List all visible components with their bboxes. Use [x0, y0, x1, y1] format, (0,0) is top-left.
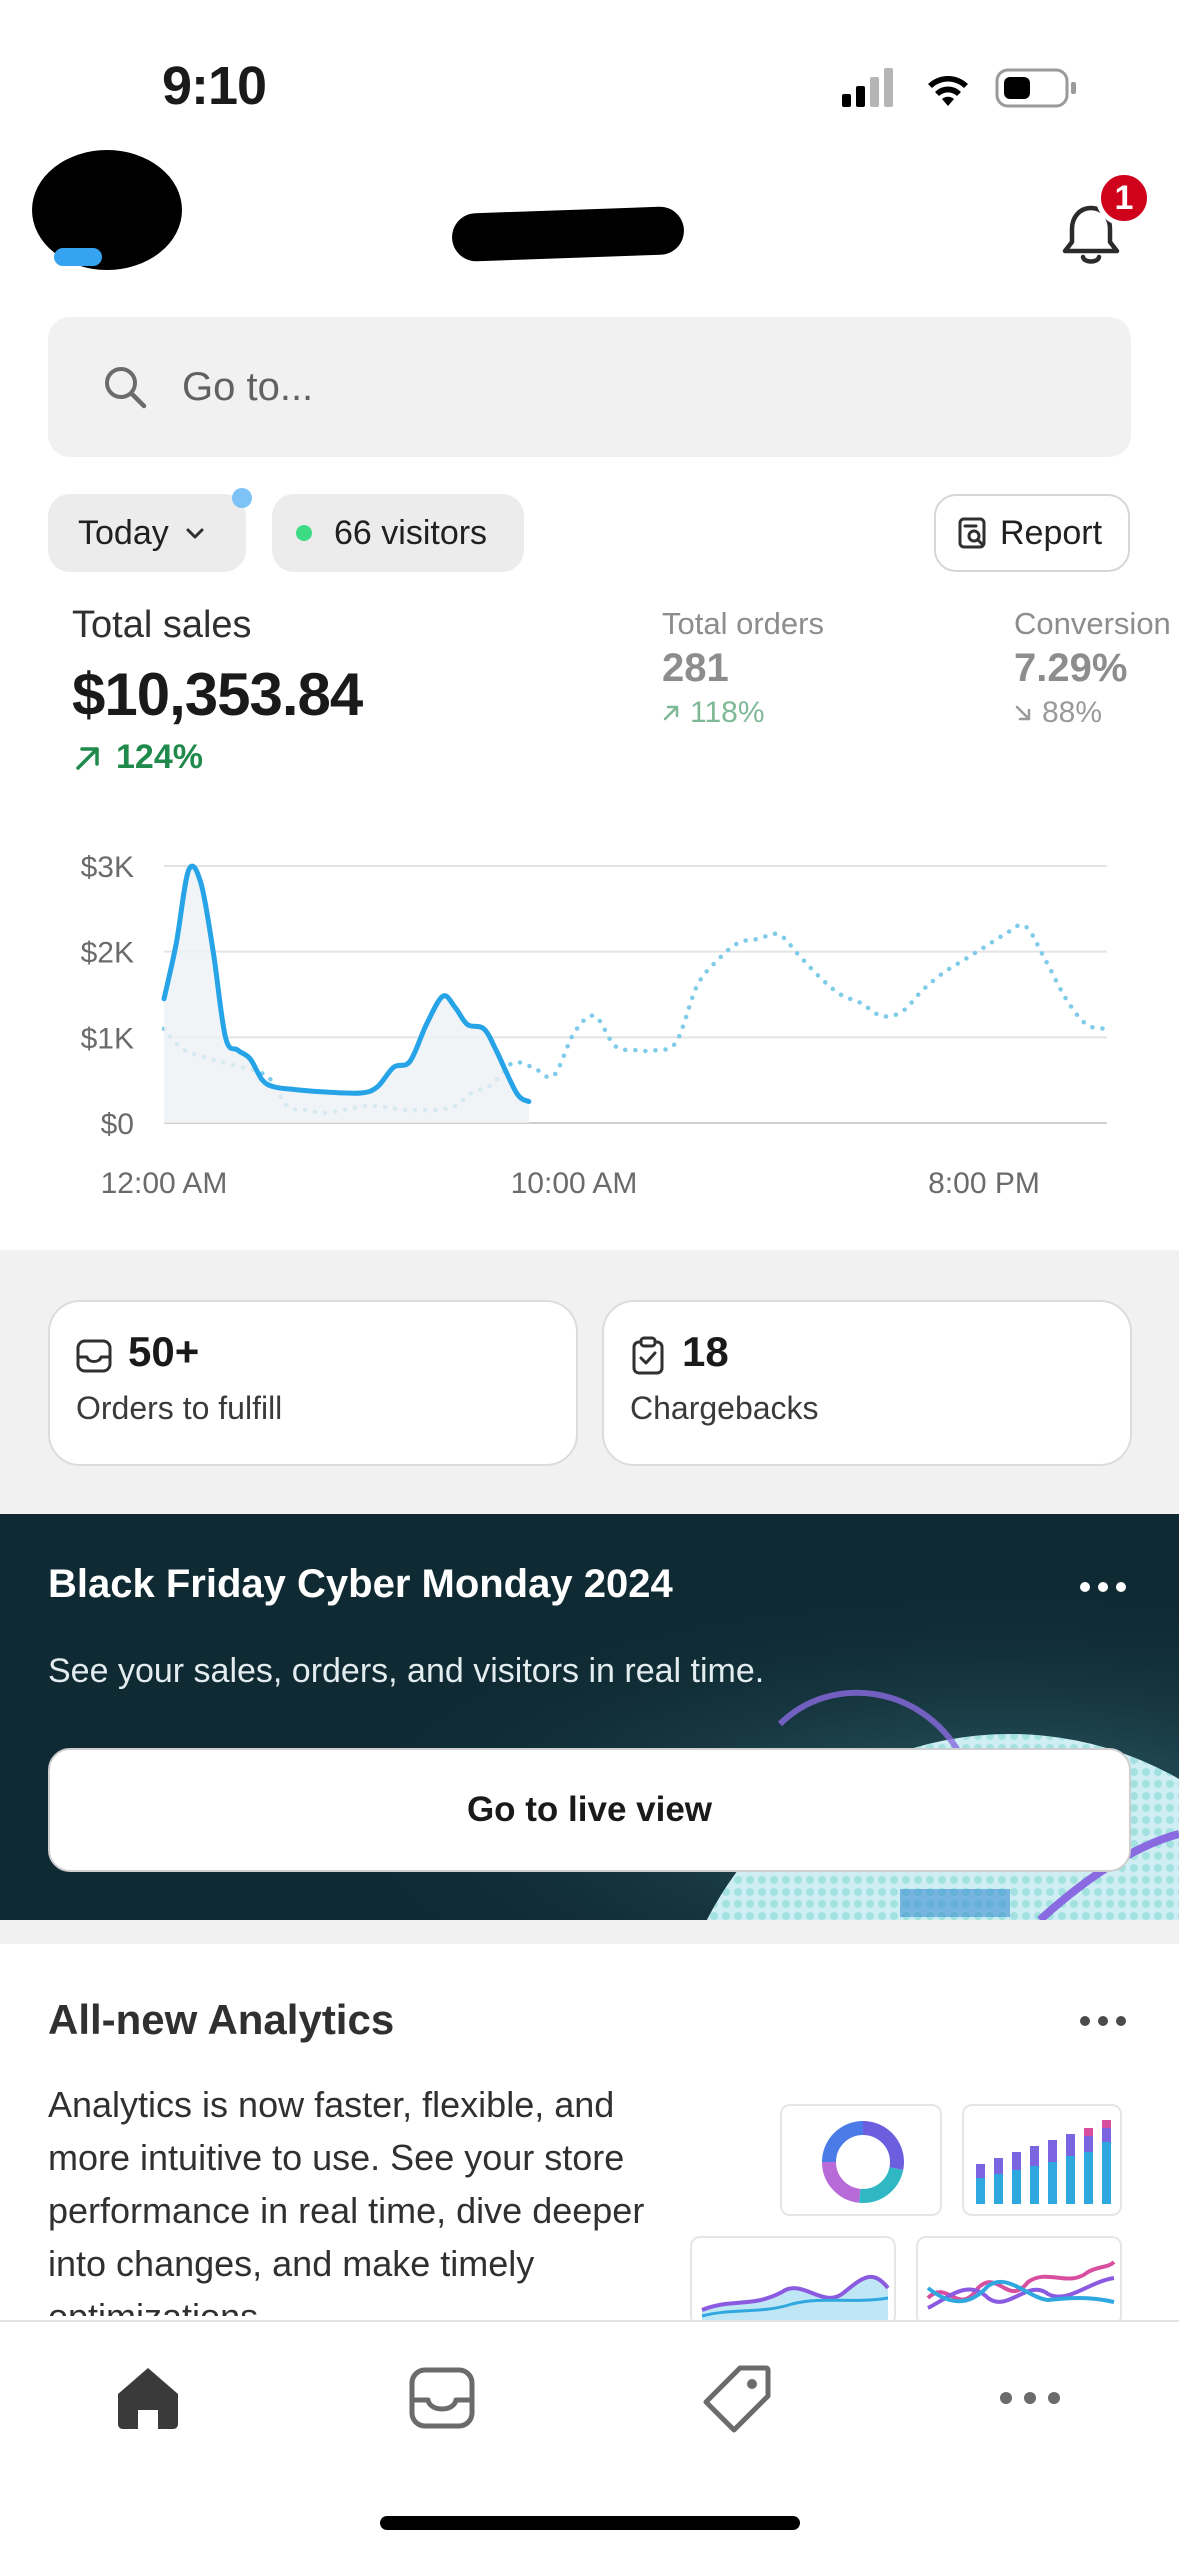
trend-up-icon [76, 746, 99, 770]
date-range-button[interactable]: Today [48, 494, 246, 572]
total-sales-label: Total sales [72, 604, 252, 646]
sales-chart[interactable]: $0 $1K $2K $3K 12:00 AM 10:00 AM 8:00 PM [0, 830, 1179, 1210]
status-bar-icons [842, 68, 1076, 108]
total-orders-label[interactable]: Total orders [662, 606, 824, 642]
conversion-value: 7.29% [1014, 646, 1128, 690]
bfcm-description: See your sales, orders, and visitors in … [48, 1652, 765, 1690]
visitors-label: 66 visitors [334, 513, 488, 552]
orders-to-fulfill-label: Orders to fulfill [76, 1390, 283, 1426]
date-range-indicator-dot [232, 488, 252, 508]
notification-badge: 1 [1096, 170, 1152, 226]
report-icon [958, 517, 986, 549]
wifi-icon [928, 76, 968, 106]
analytics-lines-thumbnail [916, 2236, 1122, 2326]
total-sales-change-value: 124% [116, 738, 203, 776]
chevron-down-icon [186, 528, 204, 539]
chart-x-tick-label: 8:00 PM [928, 1167, 1040, 1200]
chargebacks-card[interactable]: 18 Chargebacks [602, 1300, 1132, 1466]
home-icon[interactable] [110, 2360, 186, 2436]
conversion-label[interactable]: Conversion [1014, 606, 1171, 642]
report-label: Report [1000, 513, 1103, 552]
clipboard-check-icon [632, 1336, 664, 1375]
total-orders-change: 118% [662, 696, 765, 730]
search-icon [105, 367, 147, 409]
section-divider [0, 1920, 1179, 1944]
signal-icon [842, 68, 893, 107]
report-button[interactable]: Report [934, 494, 1130, 572]
trend-up-icon [663, 705, 679, 721]
chart-series-comparison [161, 922, 1110, 1116]
total-orders-change-value: 118% [690, 696, 765, 729]
store-avatar[interactable] [32, 150, 182, 270]
status-time: 9:10 [162, 56, 267, 116]
more-options-icon[interactable] [1078, 2014, 1128, 2028]
chart-y-tick-label: $0 [101, 1108, 134, 1141]
analytics-description: Analytics is now faster, flexible, and m… [48, 2084, 645, 2316]
bfcm-title: Black Friday Cyber Monday 2024 [48, 1562, 673, 1606]
search-input[interactable] [182, 364, 982, 410]
trend-down-icon [1015, 705, 1031, 721]
conversion-change: 88% [1014, 696, 1102, 730]
more-options-icon[interactable] [1078, 1580, 1128, 1594]
total-orders-value: 281 [662, 646, 729, 690]
orders-inbox-icon[interactable] [404, 2360, 480, 2436]
inbox-icon [76, 1339, 112, 1373]
analytics-donut-thumbnail [780, 2104, 942, 2216]
chargebacks-count: 18 [682, 1328, 729, 1375]
chargebacks-label: Chargebacks [630, 1390, 819, 1426]
chart-x-tick-label: 12:00 AM [101, 1167, 228, 1200]
date-range-label: Today [78, 513, 169, 552]
live-visitors-button[interactable]: 66 visitors [272, 494, 524, 572]
battery-icon [995, 68, 1076, 108]
products-tag-icon[interactable] [700, 2360, 776, 2436]
more-icon[interactable] [992, 2360, 1068, 2436]
analytics-bars-thumbnail [962, 2104, 1122, 2216]
analytics-title: All-new Analytics [48, 1996, 395, 2043]
live-status-dot [296, 525, 312, 541]
chart-y-tick-label: $1K [81, 1022, 134, 1055]
orders-to-fulfill-count: 50+ [128, 1328, 200, 1375]
conversion-change-value: 88% [1042, 696, 1103, 729]
orders-to-fulfill-card[interactable]: 50+ Orders to fulfill [48, 1300, 578, 1466]
analytics-area-thumbnail [690, 2236, 896, 2326]
total-sales-change: 124% [72, 738, 203, 777]
chart-x-tick-label: 10:00 AM [511, 1167, 638, 1200]
total-sales-value: $10,353.84 [72, 661, 363, 728]
go-to-live-view-button[interactable]: Go to live view [48, 1748, 1131, 1872]
chart-y-tick-label: $3K [81, 851, 134, 884]
search-bar[interactable] [48, 317, 1131, 457]
store-name[interactable] [451, 205, 685, 263]
home-indicator [380, 2516, 800, 2530]
chart-y-tick-label: $2K [81, 937, 134, 970]
